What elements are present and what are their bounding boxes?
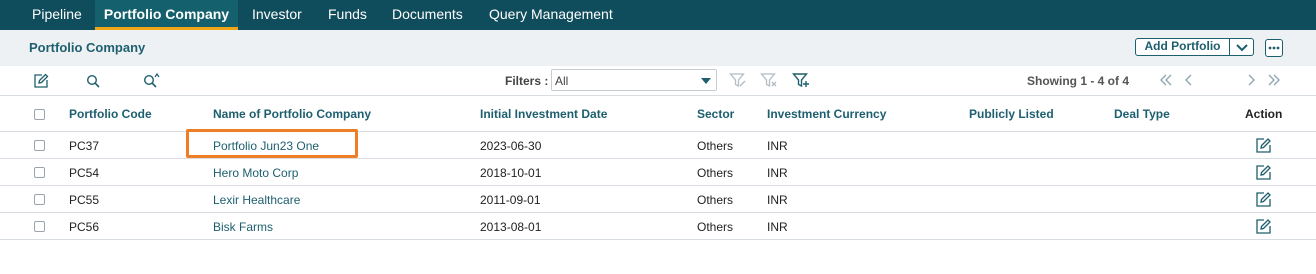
column-header-company-name[interactable]: Name of Portfolio Company [213,107,371,121]
tab-query-management[interactable]: Query Management [489,0,613,30]
tab-funds[interactable]: Funds [328,0,367,30]
more-horizontal-icon [1268,46,1280,50]
more-options-button[interactable] [1265,39,1283,57]
table-row[interactable]: PC56 Bisk Farms 2013-08-01 Others INR [0,213,1316,240]
chevron-down-icon [1236,44,1248,52]
sector-cell: Others [697,166,734,180]
filter-edit-icon[interactable] [729,72,747,92]
table-row[interactable]: PC55 Lexir Healthcare 2011-09-01 Others … [0,186,1316,213]
investment-date-cell: 2023-06-30 [480,139,542,153]
portfolio-code-cell: PC54 [69,166,100,180]
portfolio-code-cell: PC55 [69,193,100,207]
edit-row-icon[interactable] [1255,218,1272,235]
last-page-icon[interactable] [1265,71,1283,89]
page-header: Portfolio Company Add Portfolio [0,30,1316,66]
currency-cell: INR [767,166,788,180]
record-count-text: Showing 1 - 4 of 4 [1027,74,1130,88]
row-checkbox[interactable] [34,140,45,151]
tab-pipeline[interactable]: Pipeline [32,0,82,30]
edit-row-icon[interactable] [1255,164,1272,181]
page-title: Portfolio Company [29,40,146,55]
column-header-deal-type[interactable]: Deal Type [1114,107,1170,121]
first-page-icon[interactable] [1157,71,1175,89]
previous-page-icon[interactable] [1180,71,1198,89]
investment-date-cell: 2013-08-01 [480,220,542,234]
filters-label: Filters : [505,74,549,88]
company-name-link[interactable]: Hero Moto Corp [213,166,298,180]
currency-cell: INR [767,220,788,234]
table-row[interactable]: PC37 Portfolio Jun23 One 2023-06-30 Othe… [0,132,1316,159]
sector-cell: Others [697,193,734,207]
company-name-link[interactable]: Portfolio Jun23 One [213,139,319,153]
edit-row-icon[interactable] [1255,137,1272,154]
edit-row-icon[interactable] [1255,191,1272,208]
add-portfolio-split-button: Add Portfolio [1135,38,1254,56]
next-page-icon[interactable] [1242,71,1260,89]
edit-icon[interactable] [33,73,49,92]
advanced-search-icon[interactable] [143,72,161,91]
company-name-link[interactable]: Bisk Farms [213,220,273,234]
sector-cell: Others [697,139,734,153]
investment-date-cell: 2011-09-01 [480,193,541,207]
tab-documents[interactable]: Documents [392,0,463,30]
column-header-sector[interactable]: Sector [697,107,734,121]
row-checkbox[interactable] [34,167,45,178]
column-header-publicly-listed[interactable]: Publicly Listed [969,107,1054,121]
grid-toolbar: Filters : All Showing 1 - 4 of 4 [0,66,1316,96]
portfolio-code-cell: PC37 [69,139,100,153]
select-all-checkbox[interactable] [34,109,45,120]
caret-down-icon [701,78,711,84]
row-checkbox[interactable] [34,221,45,232]
add-portfolio-dropdown-button[interactable] [1230,39,1254,55]
tab-portfolio-company[interactable]: Portfolio Company [95,0,238,30]
portfolio-code-cell: PC56 [69,220,100,234]
tab-investor[interactable]: Investor [252,0,302,30]
column-header-initial-investment-date[interactable]: Initial Investment Date [480,107,607,121]
table-header: Portfolio Code Name of Portfolio Company… [0,96,1316,132]
column-header-investment-currency[interactable]: Investment Currency [767,107,886,121]
filter-add-icon[interactable] [792,72,810,92]
investment-date-cell: 2018-10-01 [480,166,542,180]
column-header-portfolio-code[interactable]: Portfolio Code [69,107,152,121]
company-name-link[interactable]: Lexir Healthcare [213,193,300,207]
filter-selected-value: All [555,74,569,88]
add-portfolio-button[interactable]: Add Portfolio [1136,39,1229,55]
search-icon[interactable] [86,74,100,91]
row-checkbox[interactable] [34,194,45,205]
sector-cell: Others [697,220,734,234]
top-navigation: Pipeline Portfolio Company Investor Fund… [0,0,1316,30]
column-header-action: Action [1245,107,1283,121]
filter-select[interactable]: All [551,69,717,91]
currency-cell: INR [767,139,788,153]
table-row[interactable]: PC54 Hero Moto Corp 2018-10-01 Others IN… [0,159,1316,186]
filter-clear-icon[interactable] [760,72,778,92]
currency-cell: INR [767,193,788,207]
